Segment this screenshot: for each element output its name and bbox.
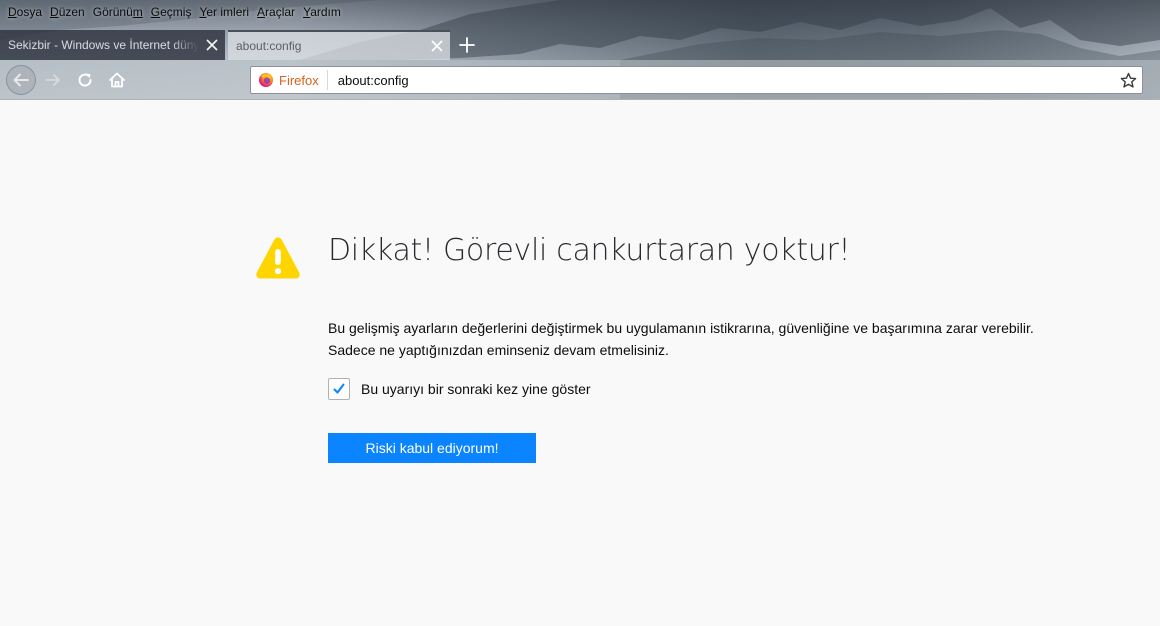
plus-icon	[459, 37, 475, 53]
close-icon[interactable]	[199, 30, 225, 60]
about-config-warning-page: Dikkat! Görevli cankurtaran yoktur! Bu g…	[0, 101, 1160, 626]
tab-title: Sekizbir - Windows ve İnternet dünyası	[8, 38, 199, 52]
reload-button[interactable]	[70, 65, 100, 95]
menu-tools[interactable]: Araçlar	[255, 0, 301, 24]
forward-arrow-icon	[45, 74, 60, 86]
bookmark-star-icon	[1120, 72, 1136, 88]
back-arrow-icon	[13, 73, 29, 87]
home-button[interactable]	[102, 65, 132, 95]
identity-box[interactable]: Firefox	[251, 70, 328, 90]
menu-help[interactable]: Yardım	[301, 0, 347, 24]
accept-risk-button[interactable]: Riski kabul ediyorum!	[328, 433, 536, 463]
browser-chrome: Dosya Düzen Görünüm Geçmiş Yer imleri Ar…	[0, 0, 1160, 100]
menu-bar: Dosya Düzen Görünüm Geçmiş Yer imleri Ar…	[0, 0, 347, 24]
warning-icon	[256, 237, 300, 279]
show-warning-label[interactable]: Bu uyarıyı bir sonraki kez yine göster	[361, 381, 591, 397]
show-warning-checkbox[interactable]	[328, 378, 350, 400]
menu-view[interactable]: Görünüm	[91, 0, 149, 24]
tab-strip: Sekizbir - Windows ve İnternet dünyası a…	[0, 30, 482, 60]
firefox-logo-icon	[259, 73, 273, 87]
tab-title: about:config	[236, 39, 302, 53]
close-icon[interactable]	[424, 31, 450, 61]
reload-icon	[78, 73, 92, 87]
page-title: Dikkat! Görevli cankurtaran yoktur!	[328, 233, 851, 268]
tab-sekizbir[interactable]: Sekizbir - Windows ve İnternet dünyası	[0, 30, 225, 60]
checkmark-icon	[333, 383, 345, 394]
show-warning-option: Bu uyarıyı bir sonraki kez yine göster	[328, 378, 591, 400]
bookmark-star-button[interactable]	[1114, 67, 1142, 93]
back-button[interactable]	[6, 65, 36, 95]
new-tab-button[interactable]	[452, 30, 482, 60]
warning-description: Bu gelişmiş ayarların değerlerini değişt…	[328, 317, 1034, 361]
home-icon	[109, 72, 125, 88]
url-text[interactable]: about:config	[328, 73, 1114, 88]
menu-bookmarks[interactable]: Yer imleri	[197, 0, 255, 24]
identity-label: Firefox	[279, 72, 319, 88]
forward-button[interactable]	[38, 65, 68, 95]
menu-edit[interactable]: Düzen	[48, 0, 91, 24]
navigation-bar: Firefox about:config	[0, 60, 1160, 99]
url-bar[interactable]: Firefox about:config	[250, 66, 1143, 94]
warning-description-line-1: Bu gelişmiş ayarların değerlerini değişt…	[328, 320, 1034, 336]
tab-about-config[interactable]: about:config	[228, 30, 450, 60]
menu-file[interactable]: Dosya	[6, 0, 48, 24]
warning-description-line-2: Sadece ne yaptığınızdan eminseniz devam …	[328, 342, 669, 358]
menu-history[interactable]: Geçmiş	[149, 0, 198, 24]
